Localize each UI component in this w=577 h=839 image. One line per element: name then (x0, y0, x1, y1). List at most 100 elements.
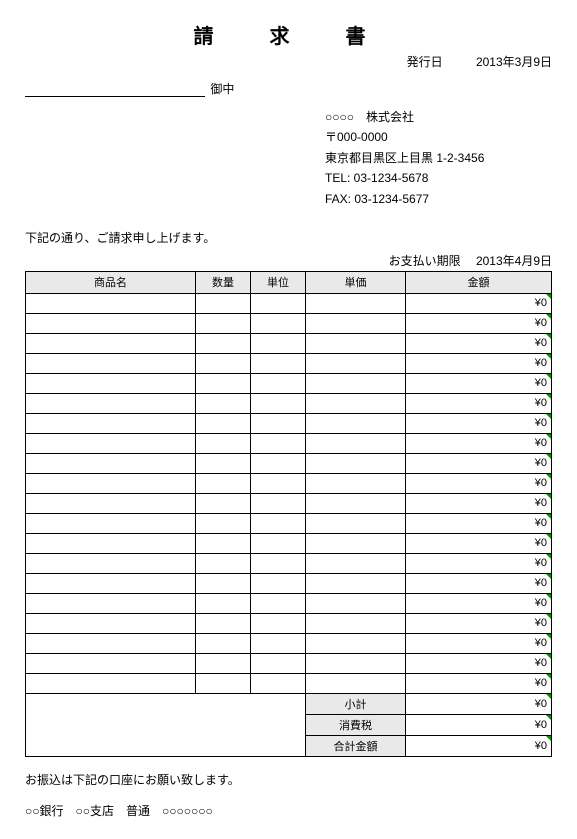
cell-price (306, 433, 406, 453)
tax-label: 消費税 (306, 714, 406, 735)
cell-qty (196, 393, 251, 413)
cell-name (26, 293, 196, 313)
cell-qty (196, 513, 251, 533)
cell-unit (251, 653, 306, 673)
cell-name (26, 573, 196, 593)
cell-unit (251, 673, 306, 693)
issue-date-label: 発行日 (407, 55, 443, 69)
subtotal-row: 小計 ¥0 (26, 693, 552, 714)
cell-qty (196, 533, 251, 553)
table-row: ¥0 (26, 393, 552, 413)
cell-qty (196, 673, 251, 693)
header-amount: 金額 (406, 271, 552, 293)
tax-value: ¥0 (406, 714, 552, 735)
cell-name (26, 393, 196, 413)
due-label: お支払い期限 (389, 254, 461, 268)
cell-price (306, 373, 406, 393)
table-row: ¥0 (26, 473, 552, 493)
cell-qty (196, 413, 251, 433)
cell-price (306, 313, 406, 333)
cell-name (26, 433, 196, 453)
cell-amount: ¥0 (406, 653, 552, 673)
cell-price (306, 613, 406, 633)
cell-unit (251, 453, 306, 473)
cell-name (26, 353, 196, 373)
invoice-table: 商品名 数量 単位 単価 金額 ¥0¥0¥0¥0¥0¥0¥0¥0¥0¥0¥0¥0… (25, 271, 552, 757)
table-row: ¥0 (26, 593, 552, 613)
cell-amount: ¥0 (406, 513, 552, 533)
cell-name (26, 333, 196, 353)
cell-amount: ¥0 (406, 533, 552, 553)
document-title: 請 求 書 (25, 20, 552, 49)
cell-unit (251, 293, 306, 313)
cell-qty (196, 633, 251, 653)
cell-price (306, 533, 406, 553)
cell-name (26, 653, 196, 673)
cell-unit (251, 513, 306, 533)
cell-name (26, 453, 196, 473)
cell-name (26, 413, 196, 433)
cell-qty (196, 553, 251, 573)
cell-name (26, 593, 196, 613)
company-fax: FAX: 03-1234-5677 (325, 189, 552, 209)
cell-price (306, 513, 406, 533)
cell-qty (196, 593, 251, 613)
cell-amount: ¥0 (406, 593, 552, 613)
cell-qty (196, 453, 251, 473)
cell-qty (196, 293, 251, 313)
cell-price (306, 673, 406, 693)
cell-price (306, 653, 406, 673)
cell-amount: ¥0 (406, 473, 552, 493)
cell-price (306, 473, 406, 493)
company-address: 東京都目黒区上目黒 1-2-3456 (325, 148, 552, 168)
table-row: ¥0 (26, 433, 552, 453)
table-row: ¥0 (26, 293, 552, 313)
header-qty: 数量 (196, 271, 251, 293)
cell-qty (196, 353, 251, 373)
table-row: ¥0 (26, 313, 552, 333)
cell-unit (251, 553, 306, 573)
company-tel: TEL: 03-1234-5678 (325, 168, 552, 188)
cell-qty (196, 653, 251, 673)
header-name: 商品名 (26, 271, 196, 293)
table-row: ¥0 (26, 573, 552, 593)
cell-amount: ¥0 (406, 613, 552, 633)
addressee-underline (25, 83, 205, 97)
cell-qty (196, 313, 251, 333)
subtotal-label: 小計 (306, 693, 406, 714)
table-row: ¥0 (26, 673, 552, 693)
cell-qty (196, 373, 251, 393)
cell-unit (251, 473, 306, 493)
table-row: ¥0 (26, 613, 552, 633)
cell-name (26, 493, 196, 513)
cell-amount: ¥0 (406, 553, 552, 573)
cell-amount: ¥0 (406, 673, 552, 693)
cell-unit (251, 353, 306, 373)
cell-unit (251, 613, 306, 633)
cell-amount: ¥0 (406, 633, 552, 653)
cell-amount: ¥0 (406, 333, 552, 353)
cell-price (306, 333, 406, 353)
cell-amount: ¥0 (406, 393, 552, 413)
cell-unit (251, 573, 306, 593)
table-row: ¥0 (26, 513, 552, 533)
cell-qty (196, 613, 251, 633)
header-unit: 単位 (251, 271, 306, 293)
cell-price (306, 453, 406, 473)
issue-date-value: 2013年3月9日 (476, 55, 552, 69)
table-row: ¥0 (26, 553, 552, 573)
cell-qty (196, 333, 251, 353)
addressee-row: 御中 (25, 80, 552, 97)
cell-amount: ¥0 (406, 453, 552, 473)
cell-amount: ¥0 (406, 293, 552, 313)
cell-name (26, 533, 196, 553)
cell-price (306, 393, 406, 413)
company-block: ○○○○ 株式会社 〒000-0000 東京都目黒区上目黒 1-2-3456 T… (325, 107, 552, 209)
cell-price (306, 553, 406, 573)
bank-note: お振込は下記の口座にお願い致します。 (25, 771, 552, 788)
table-row: ¥0 (26, 533, 552, 553)
cell-amount: ¥0 (406, 413, 552, 433)
table-row: ¥0 (26, 333, 552, 353)
cell-name (26, 613, 196, 633)
table-row: ¥0 (26, 373, 552, 393)
